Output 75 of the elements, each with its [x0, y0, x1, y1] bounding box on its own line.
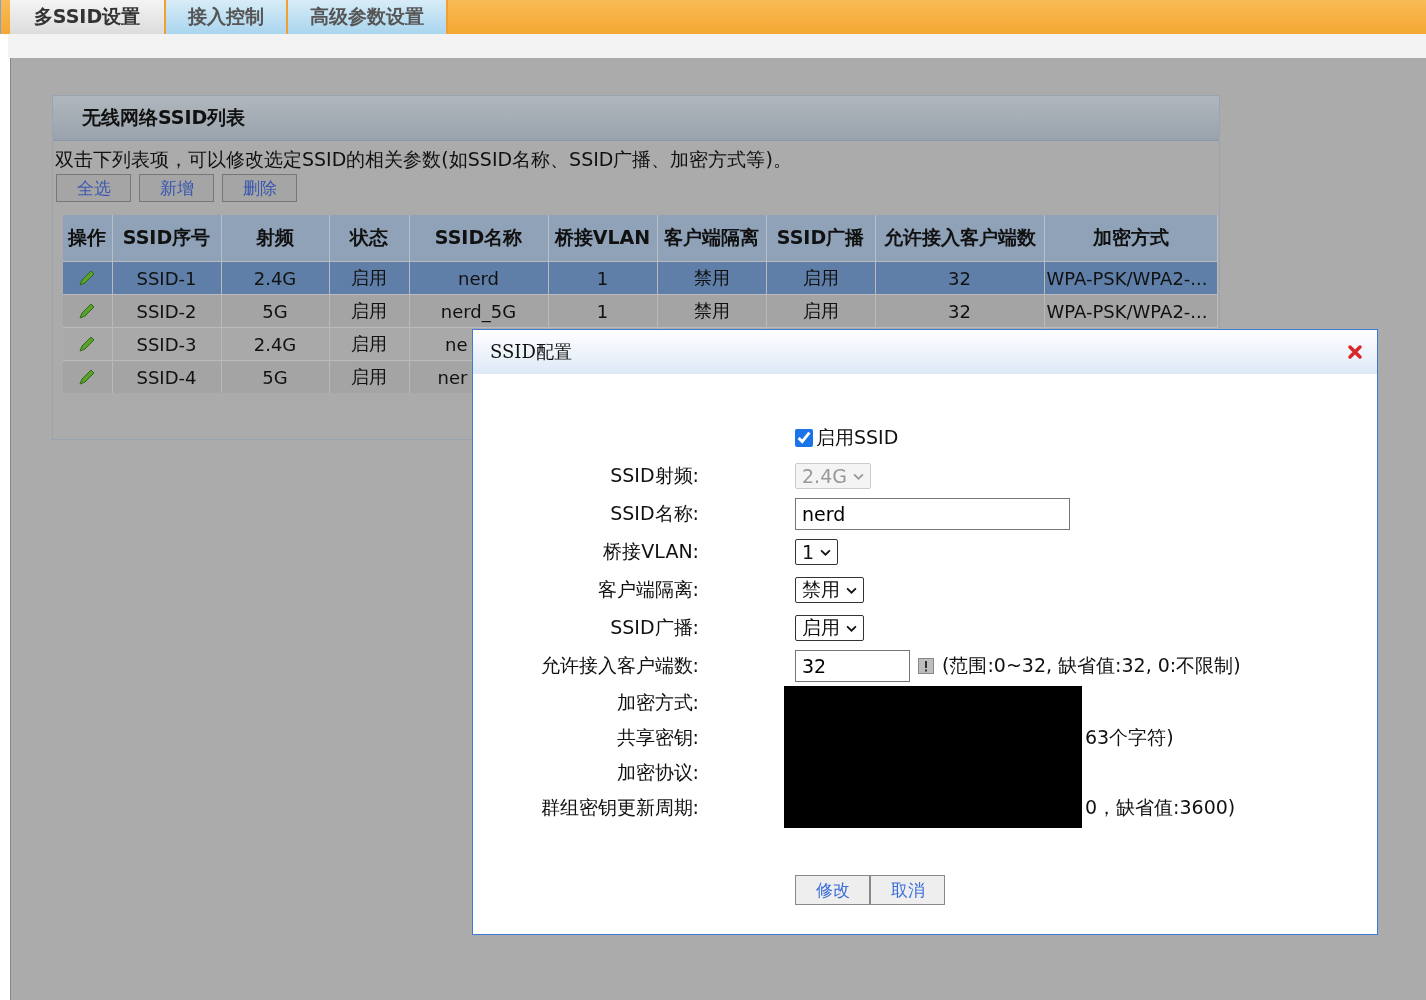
toolbar-button[interactable]: 全选 [56, 174, 131, 202]
table-cell: 启用 [351, 300, 387, 321]
table-cell: WPA-PSK/WPA2-... [1046, 267, 1208, 289]
caret-icon [820, 548, 832, 556]
close-icon[interactable] [1347, 344, 1363, 360]
table-cell: 启用 [802, 267, 839, 288]
table-cell: 禁用 [693, 300, 730, 321]
enable-checkbox[interactable] [795, 429, 813, 447]
dialog-button[interactable]: 修改 [795, 875, 870, 905]
table-cell: 启用 [802, 300, 839, 321]
table-cell: 2.4G [253, 267, 297, 289]
panel-title: 无线网络SSID列表 [82, 105, 246, 130]
table-cell: 1 [596, 300, 609, 322]
toolbar-button[interactable]: 删除 [222, 174, 297, 202]
dropdown[interactable]: 启用 [795, 615, 864, 641]
table-cell: 启用 [351, 267, 387, 288]
table-cell: SSID-1 [136, 267, 197, 289]
field-label: 共享密钥: [615, 724, 699, 750]
column-header: 操作 [63, 215, 112, 262]
table-row[interactable]: SSID-2 5G 启用 nerd_5G 1 禁用 启用 32 WPA-PSK/WPA2-... [63, 294, 1217, 328]
input-field[interactable]: nerd [795, 498, 1070, 530]
field-label: 桥接VLAN: [602, 539, 699, 564]
info-icon [918, 658, 934, 674]
table-cell: 2.4G [253, 333, 297, 355]
hint-note: 63个字符) [1085, 724, 1174, 750]
caret-icon [846, 586, 857, 594]
tab[interactable]: 多SSID设置 [10, 0, 166, 34]
table-cell: SSID-3 [136, 333, 197, 355]
field-label: 客户端隔离: [596, 577, 699, 602]
column-header: 允许接入客户端数 [875, 215, 1044, 262]
field-label: SSID射频: [609, 463, 699, 488]
column-header: SSID广播 [766, 215, 875, 262]
dialog-button[interactable]: 取消 [870, 875, 945, 905]
table-cell: 启用 [351, 366, 387, 387]
table-cell: 32 [948, 267, 971, 289]
table-cell: 5G [262, 366, 288, 388]
column-header: 桥接VLAN [548, 215, 657, 262]
caret-icon [852, 472, 864, 480]
column-header: 加密方式 [1044, 215, 1217, 262]
table-cell: 禁用 [693, 267, 730, 288]
table-cell: 启用 [351, 333, 387, 354]
field-label: SSID广播: [609, 615, 699, 640]
field-label: SSID名称: [609, 501, 699, 526]
hint-note: 0，缺省值:3600) [1085, 794, 1236, 820]
dropdown[interactable]: 禁用 [795, 577, 864, 603]
column-header: SSID名称 [409, 215, 548, 262]
dialog-title: SSID配置 [490, 340, 572, 364]
field-label: 加密协议: [615, 759, 699, 785]
table-cell: 5G [262, 300, 288, 322]
table-cell: SSID-4 [136, 366, 197, 388]
instruction-text: 双击下列表项，可以修改选定SSID的相关参数(如SSID名称、SSID广播、加密方式等)。 [54, 147, 793, 172]
caret-icon [846, 624, 857, 632]
field-label: 允许接入客户端数: [539, 653, 699, 678]
column-header: 射频 [221, 215, 329, 262]
column-header: 状态 [329, 215, 409, 262]
field-label: 群组密钥更新周期: [539, 794, 699, 820]
table-cell: WPA-PSK/WPA2-... [1046, 300, 1208, 322]
toolbar-button[interactable]: 新增 [139, 174, 214, 202]
table-cell: SSID-2 [136, 300, 197, 322]
tab[interactable]: 高级参数设置 [288, 0, 448, 34]
column-header: 客户端隔离 [657, 215, 766, 262]
table-cell: ner [437, 366, 468, 388]
input-field[interactable]: 32 [795, 650, 910, 682]
table-cell: nerd [458, 267, 499, 289]
tab[interactable]: 接入控制 [166, 0, 288, 34]
table-cell: nerd_5G [440, 300, 517, 322]
column-header: SSID序号 [112, 215, 221, 262]
table-cell: 1 [596, 267, 609, 289]
table-cell: ne [445, 333, 468, 355]
checkbox-label: 启用SSID [816, 425, 899, 450]
field-label: 加密方式: [615, 689, 699, 715]
table-cell: 32 [948, 300, 971, 322]
dropdown[interactable]: 1 [795, 539, 839, 565]
table-row[interactable]: SSID-1 2.4G 启用 nerd 1 禁用 启用 32 WPA-PSK/WPA2-... [63, 261, 1217, 295]
range-note: (范围:0~32, 缺省值:32, 0:不限制) [942, 653, 1241, 678]
